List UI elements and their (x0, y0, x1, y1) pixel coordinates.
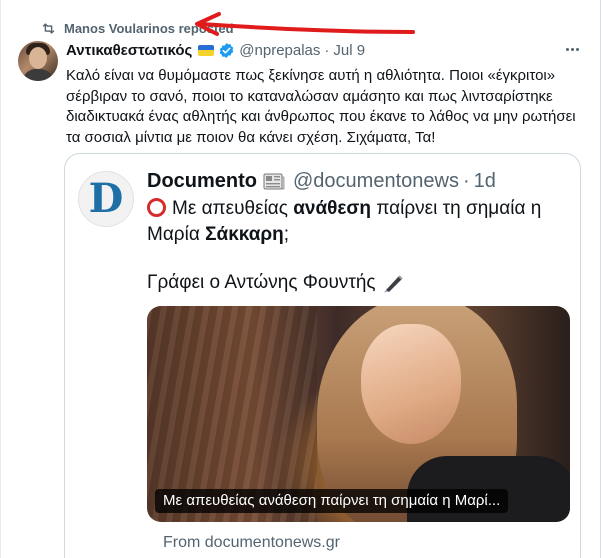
quoted-separator: · (462, 169, 470, 192)
author-name[interactable]: Αντικαθεστωτικός (66, 42, 192, 59)
source-link[interactable]: From documentonews.gr (163, 534, 340, 552)
timeline-column: Manos Voularinos reposted Αντικαθεστωτικ… (0, 0, 601, 558)
author-handle[interactable]: @nprepalas (239, 42, 320, 59)
quoted-date[interactable]: 1d (474, 170, 496, 193)
header-separator: · (324, 41, 330, 59)
author-avatar[interactable] (18, 41, 58, 81)
fountain-pen-icon (383, 275, 403, 293)
repost-context[interactable]: Manos Voularinos reposted (41, 19, 234, 37)
quoted-byline: Γράφει ο Αντώνης Φουντής (147, 270, 406, 296)
tweet-header: Αντικαθεστωτικός @nprepalas · Jul 9 (66, 40, 365, 60)
newspaper-icon (263, 173, 285, 189)
quoted-handle[interactable]: @documentonews (293, 170, 459, 193)
documento-avatar[interactable]: D (78, 171, 134, 227)
more-options-icon[interactable] (561, 40, 583, 58)
repost-icon (42, 22, 55, 34)
quoted-byline-text: Γράφει ο Αντώνης Φουντής (147, 272, 376, 293)
article-image[interactable]: Με απευθείας ανάθεση παίρνει τη σημαία η… (147, 306, 570, 522)
tweet-date[interactable]: Jul 9 (333, 42, 365, 59)
quoted-author-name[interactable]: Documento (147, 170, 257, 193)
documento-logo-letter: D (88, 175, 124, 222)
red-circle-icon (147, 198, 166, 217)
verified-badge-icon[interactable] (218, 42, 235, 59)
quoted-header: Documento @documentonews · 1d (147, 168, 496, 194)
media-caption: Με απευθείας ανάθεση παίρνει τη σημαία η… (155, 489, 509, 513)
quoted-tweet-card[interactable]: D Documento @documentonews · 1d Με απευθ… (64, 153, 581, 558)
quoted-text: Με απευθείας ανάθεση παίρνει τη σημαία η… (147, 198, 542, 245)
ukraine-flag-icon (198, 44, 215, 56)
repost-text: Manos Voularinos reposted (64, 20, 234, 36)
tweet-text: Καλό είναι να θυμόμαστε πως ξεκίνησε αυτ… (66, 67, 576, 146)
